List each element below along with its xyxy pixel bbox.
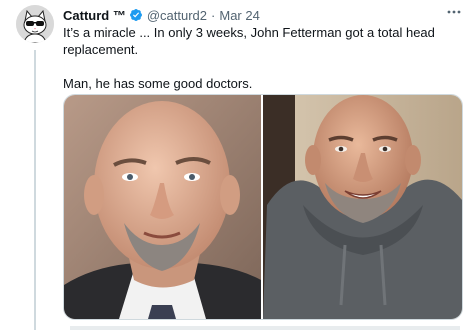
cat-avatar-icon (16, 5, 54, 43)
quoted-tweet-edge (70, 326, 460, 330)
tweet-paragraph: Man, he has some good doctors. (63, 76, 253, 91)
tweet-header: Catturd ™ @catturd2 · Mar 24 (63, 6, 464, 24)
avatar-column (16, 5, 54, 43)
tweet-text: It’s a miracle ... In only 3 weeks, John… (63, 24, 463, 92)
media-grid (63, 94, 463, 320)
verified-badge-icon (129, 8, 143, 22)
tweet[interactable]: Catturd ™ @catturd2 · Mar 24 It’s a mira… (0, 0, 474, 330)
photo-after[interactable] (263, 95, 462, 319)
separator-dot: · (211, 7, 216, 23)
display-name[interactable]: Catturd ™ (63, 8, 126, 23)
thread-line (34, 50, 36, 330)
photo-before[interactable] (64, 95, 261, 319)
tweet-paragraph: It’s a miracle ... In only 3 weeks, John… (63, 25, 435, 57)
more-horizontal-icon[interactable] (446, 4, 462, 23)
avatar[interactable] (16, 5, 54, 43)
tweet-date[interactable]: Mar 24 (219, 8, 259, 23)
user-handle[interactable]: @catturd2 (147, 8, 207, 23)
